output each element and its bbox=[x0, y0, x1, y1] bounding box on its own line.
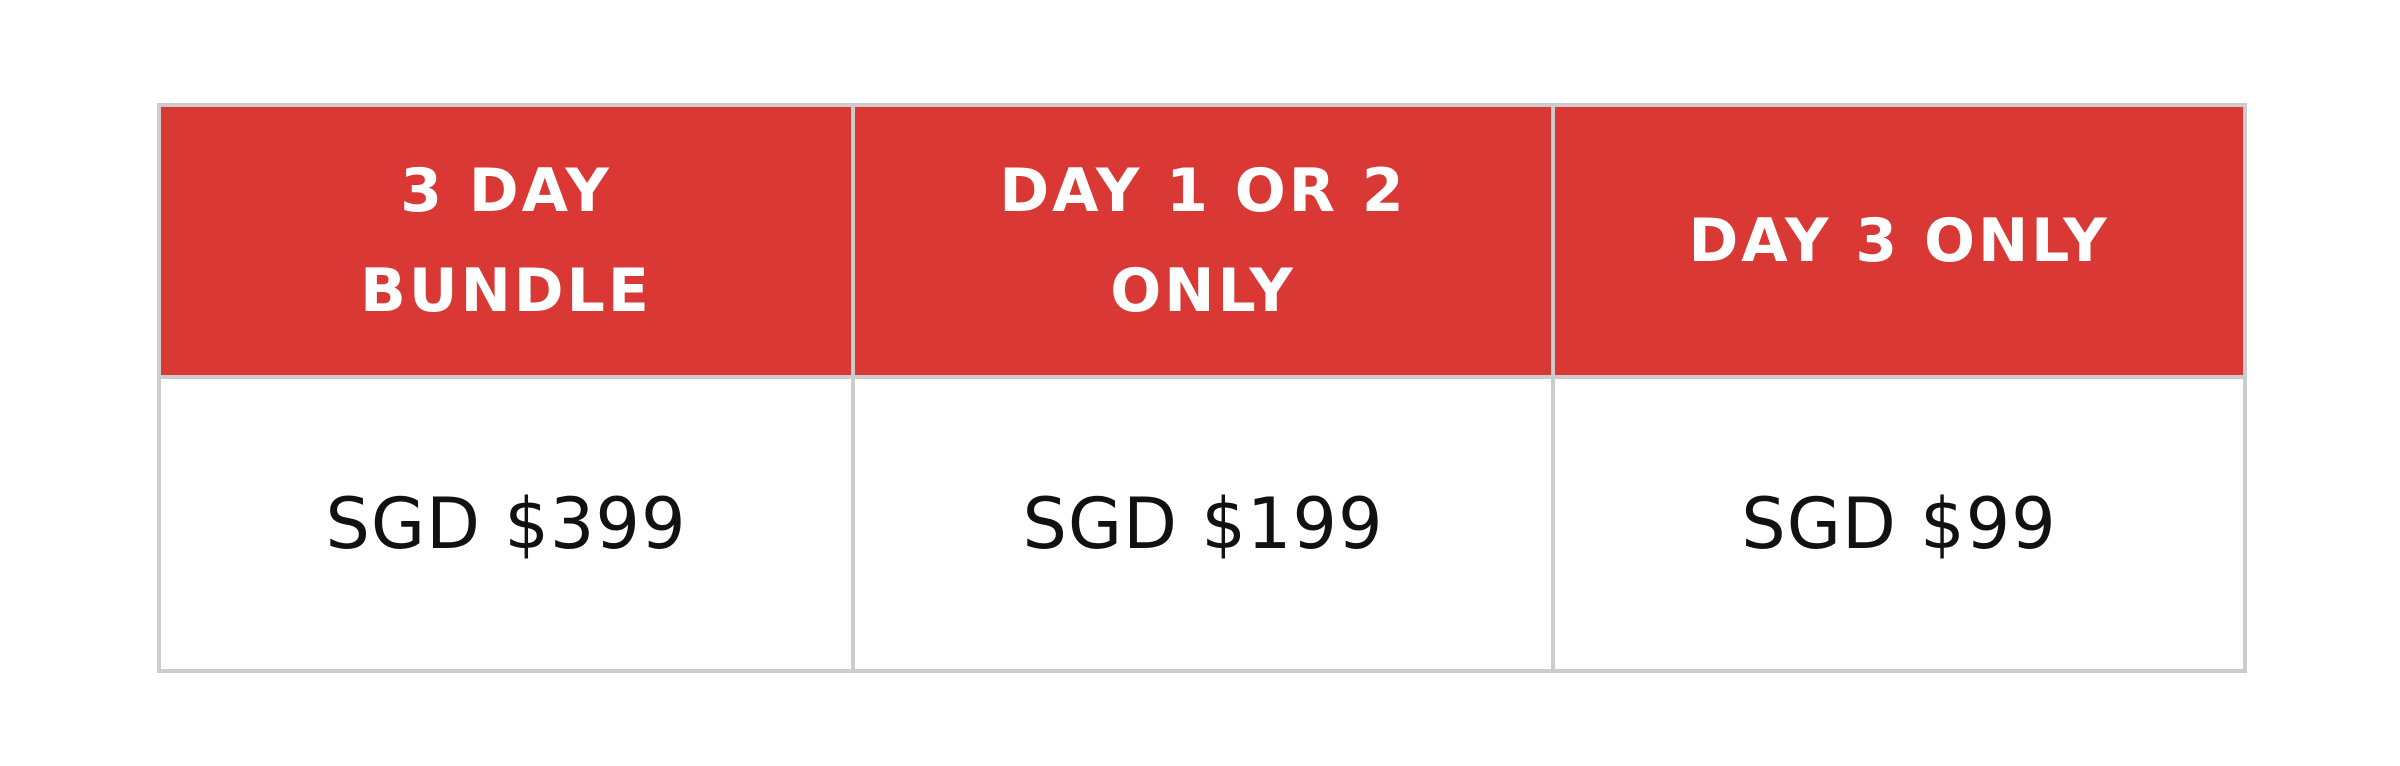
price-label: SGD $99 bbox=[1741, 483, 2057, 565]
price-cell-3-day-bundle: SGD $399 bbox=[157, 375, 855, 673]
header-label: DAY 1 OR 2 ONLY bbox=[999, 156, 1407, 326]
price-label: SGD $199 bbox=[1022, 483, 1384, 565]
header-label: DAY 3 ONLY bbox=[1688, 206, 2110, 276]
header-label: 3 DAY BUNDLE bbox=[360, 156, 652, 326]
header-cell-3-day-bundle: 3 DAY BUNDLE bbox=[157, 103, 855, 379]
header-cell-day-3-only: DAY 3 ONLY bbox=[1551, 103, 2247, 379]
header-cell-day-1-or-2-only: DAY 1 OR 2 ONLY bbox=[851, 103, 1555, 379]
pricing-price-row: SGD $399 SGD $199 SGD $99 bbox=[157, 375, 2247, 673]
price-label: SGD $399 bbox=[325, 483, 687, 565]
price-cell-day-3-only: SGD $99 bbox=[1551, 375, 2247, 673]
pricing-table: 3 DAY BUNDLE DAY 1 OR 2 ONLY DAY 3 ONLY … bbox=[157, 103, 2247, 673]
price-cell-day-1-or-2-only: SGD $199 bbox=[851, 375, 1555, 673]
pricing-header-row: 3 DAY BUNDLE DAY 1 OR 2 ONLY DAY 3 ONLY bbox=[157, 103, 2247, 379]
